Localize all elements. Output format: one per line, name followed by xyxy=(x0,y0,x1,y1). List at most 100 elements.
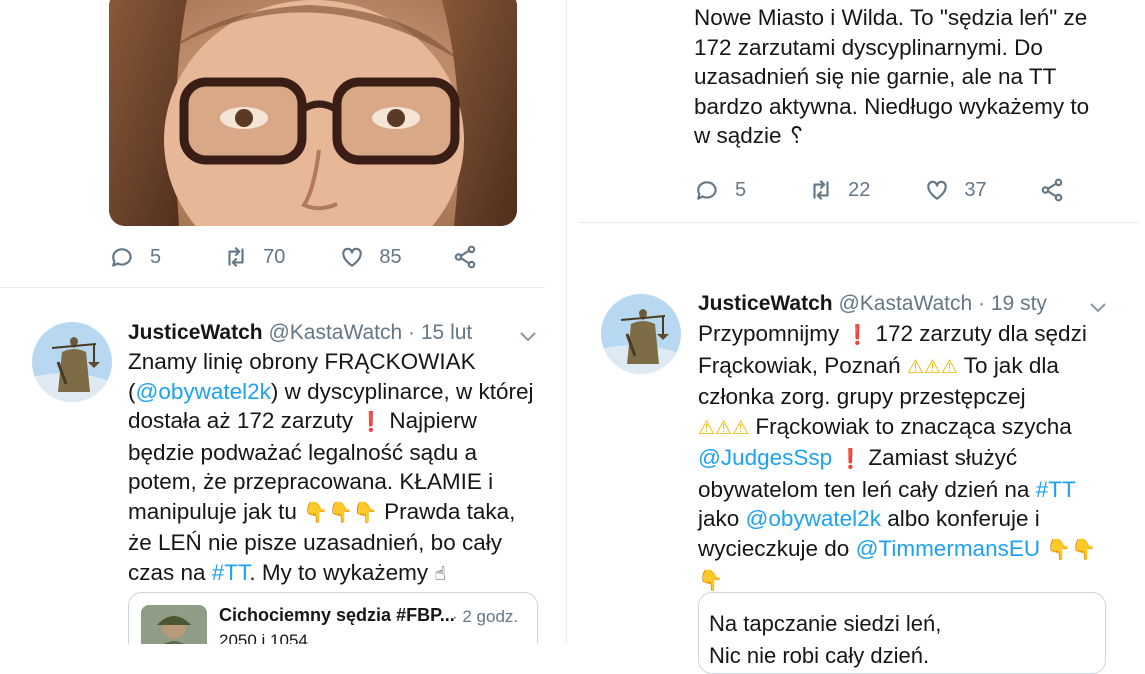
retweet-icon xyxy=(813,180,829,200)
tweet-photo[interactable] xyxy=(109,0,517,226)
tweet-text-line: Przypomnijmy ❗ 172 zarzuty dla sędzi xyxy=(698,319,1096,351)
mention-link[interactable]: @obywatel2k xyxy=(136,379,271,404)
hashtag-link[interactable]: #TT xyxy=(1036,477,1076,502)
tweet-text-line: będzie podważać legalność sądu a xyxy=(128,438,534,468)
text-segment: członka zorg. grupy przestępczej xyxy=(698,384,1026,409)
mention-link[interactable]: @JudgesSsp xyxy=(698,445,832,470)
pointing-down-emoji: 👇 xyxy=(698,570,723,592)
emoji: ❗ xyxy=(838,448,863,470)
emoji: ☝ xyxy=(434,562,446,585)
warning-emoji: ⚠⚠⚠ xyxy=(698,416,750,439)
display-name[interactable]: JusticeWatch xyxy=(698,292,833,315)
text-segment: obywatelom ten leń cały dzień na xyxy=(698,476,1036,502)
user-handle[interactable]: @KastaWatch xyxy=(268,321,402,344)
tweet-text-line: członka zorg. grupy przestępczej xyxy=(698,382,1096,412)
tweet-actions: 5 22 37 xyxy=(695,177,1065,203)
reply-button[interactable]: 5 xyxy=(695,177,746,203)
tweet-text-line: czas na #TT. My to wykażemy ☝ xyxy=(128,558,534,590)
tweet-text-line: potem, że przepracowana. KŁAMIE i xyxy=(128,467,534,497)
text-segment: będzie podważać legalność sądu a xyxy=(128,439,477,465)
tweet-header: JusticeWatch @KastaWatch · 19 sty xyxy=(698,292,1047,316)
tweet-text-line: dostała aż 172 zarzuty ❗ Najpierw xyxy=(128,406,534,438)
chevron-down-icon[interactable] xyxy=(1088,301,1108,315)
text-segment: potem, że przepracowana. KŁAMIE i xyxy=(128,469,494,494)
quoted-tweet[interactable]: Cichociemny sędzia #FBP... · 2 godz. 205… xyxy=(128,592,538,644)
warning-emoji: ⚠⚠⚠ xyxy=(906,355,958,378)
quoted-card-line-1: Na tapczanie siedzi leń, xyxy=(709,611,942,636)
tweet-text-line: Nowe Miasto i Wilda. To "sędzia leń" ze xyxy=(694,5,1088,30)
share-button[interactable] xyxy=(1039,177,1065,203)
tweet-divider xyxy=(0,287,545,288)
tweet-text-line: że LEŃ nie pisze uzasadnień, bo cały xyxy=(128,528,534,558)
retweet-button[interactable]: 70 xyxy=(223,244,285,270)
text-segment: wycieczkuje do xyxy=(698,535,856,561)
text-segment: Najpierw xyxy=(383,408,477,433)
text-segment: jako xyxy=(698,506,746,531)
quoted-card-line-2: Nic nie robi cały dzień. xyxy=(709,643,930,668)
share-icon xyxy=(1041,178,1062,202)
justice-statue-avatar xyxy=(601,294,681,374)
like-count: 85 xyxy=(379,245,402,268)
quoted-time: · 2 godz. xyxy=(452,607,519,626)
tweet-text-line: w sądzie ␦ xyxy=(694,123,806,148)
like-count: 37 xyxy=(964,178,987,201)
quoted-text: 2050 i 1054 xyxy=(219,631,308,644)
tweet-text: Przypomnijmy ❗ 172 zarzuty dla sędzi Frąc… xyxy=(698,319,1096,597)
quoted-avatar xyxy=(141,605,207,644)
avatar[interactable] xyxy=(32,322,112,402)
text-segment: ( xyxy=(128,378,136,404)
portrait-image xyxy=(109,0,517,226)
text-segment: Frąckowiak to znacząca szycha xyxy=(749,413,1072,439)
reply-button[interactable]: 5 xyxy=(110,244,161,270)
quoted-card[interactable]: Na tapczanie siedzi leń, Nic nie robi ca… xyxy=(698,592,1106,674)
tweet-text-line: bardzo aktywna. Niedługo wykażemy to xyxy=(694,93,1090,119)
tweet-text: Znamy linię obrony FRĄCKOWIAK (@obywatel2… xyxy=(128,347,534,589)
hashtag-link[interactable]: #TT xyxy=(212,560,250,585)
column-gap xyxy=(566,0,567,644)
share-button[interactable] xyxy=(452,244,478,270)
text-segment: Prawda taka, xyxy=(377,498,516,524)
tweet-divider xyxy=(578,222,1140,223)
tweet-text-line: obywatelom ten leń cały dzień na #TT xyxy=(698,475,1096,505)
text-segment: że LEŃ nie pisze uzasadnień, bo cały xyxy=(128,530,502,555)
display-name[interactable]: JusticeWatch xyxy=(128,321,263,344)
retweet-button[interactable]: 22 xyxy=(808,177,870,203)
tweet-actions: 5 70 85 xyxy=(110,244,478,270)
text-segment: Zamiast służyć xyxy=(862,445,1018,470)
tweet-text-line: @JudgesSsp ❗ Zamiast służyć xyxy=(698,443,1096,475)
text-segment: manipuluje jak tu xyxy=(128,498,304,524)
text-segment: czas na xyxy=(128,559,212,585)
emoji: ❗ xyxy=(845,324,870,346)
retweet-count: 70 xyxy=(263,245,286,268)
justice-statue-avatar xyxy=(32,322,112,402)
text-segment: albo konferuje i xyxy=(880,506,1040,531)
text-segment: Frąckowiak, Poznań xyxy=(698,352,907,378)
retweet-icon xyxy=(228,247,244,267)
avatar[interactable] xyxy=(601,294,681,374)
chevron-down-icon[interactable] xyxy=(518,330,538,344)
text-segment: Znamy linię obrony FRĄCKOWIAK xyxy=(128,349,476,374)
reply-count: 5 xyxy=(150,245,162,268)
mention-link[interactable]: @obywatel2k xyxy=(746,506,881,531)
tweet-header: JusticeWatch @KastaWatch · 15 lut xyxy=(128,321,472,345)
mention-link[interactable]: @TimmermansEU xyxy=(856,536,1041,561)
tweet-time[interactable]: · 15 lut xyxy=(408,321,472,344)
pointing-down-emoji: 👇👇 xyxy=(1046,538,1097,561)
user-handle[interactable]: @KastaWatch xyxy=(838,292,972,315)
like-button[interactable]: 85 xyxy=(339,244,402,270)
right-feed-column: Nowe Miasto i Wilda. To "sędzia leń" ze 1… xyxy=(578,0,1145,644)
tweet-text-line: Frąckowiak, Poznań ⚠⚠⚠ To jak dla xyxy=(698,351,1096,383)
tweet-time[interactable]: · 19 sty xyxy=(978,292,1047,315)
tweet-text-line: wycieczkuje do @TimmermansEU 👇👇 xyxy=(698,534,1096,566)
text-segment: dostała aż 172 zarzuty xyxy=(128,408,360,433)
pointing-down-emoji: 👇👇👇 xyxy=(303,501,378,524)
tweet-text-line: ⚠⚠⚠ Frąckowiak to znacząca szycha xyxy=(698,412,1096,444)
tweet-text-line: (@obywatel2k) w dyscyplinarce, w której xyxy=(128,377,534,407)
text-segment: Przypomnijmy xyxy=(698,321,846,346)
text-segment: 172 zarzuty dla sędzi xyxy=(869,321,1087,346)
tweet-text-line: 172 zarzutami dyscyplinarnymi. Do xyxy=(694,34,1043,60)
text-segment: To jak dla xyxy=(957,352,1059,378)
like-icon xyxy=(342,247,363,267)
reply-icon xyxy=(697,181,717,200)
like-button[interactable]: 37 xyxy=(924,177,987,203)
